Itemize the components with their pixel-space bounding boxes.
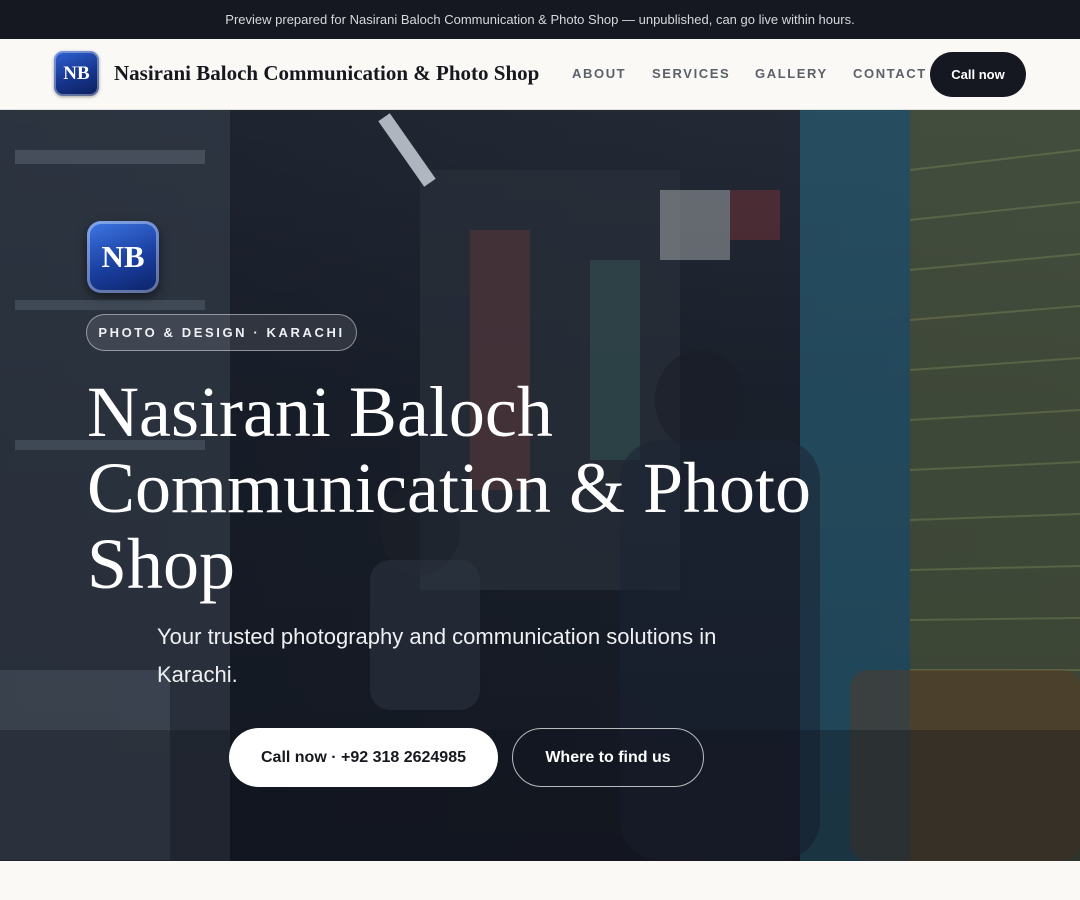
next-section [0, 861, 1080, 900]
hero-subtitle: Your trusted photography and communicati… [157, 624, 717, 687]
nav-gallery[interactable]: GALLERY [755, 66, 828, 81]
nav-contact[interactable]: CONTACT [853, 66, 927, 81]
call-now-button[interactable]: Call now · +92 318 2624985 [229, 728, 498, 787]
nav-about[interactable]: ABOUT [572, 66, 626, 81]
hero-logo-badge: NB [87, 221, 159, 293]
site-header: NB Nasirani Baloch Communication & Photo… [0, 39, 1080, 110]
header-call-button[interactable]: Call now [930, 52, 1026, 97]
brand-logo[interactable]: NB [54, 51, 99, 96]
hero-title: Nasirani Baloch Communication & Photo Sh… [87, 372, 812, 604]
preview-banner-text: Preview prepared for Nasirani Baloch Com… [225, 12, 855, 27]
find-us-button[interactable]: Where to find us [512, 728, 704, 787]
preview-banner: Preview prepared for Nasirani Baloch Com… [0, 0, 1080, 39]
category-tag: PHOTO & DESIGN · KARACHI [86, 314, 357, 351]
hero-section: NB PHOTO & DESIGN · KARACHI Nasirani Bal… [0, 110, 1080, 861]
nav-services[interactable]: SERVICES [652, 66, 730, 81]
brand-name[interactable]: Nasirani Baloch Communication & Photo Sh… [114, 61, 539, 86]
